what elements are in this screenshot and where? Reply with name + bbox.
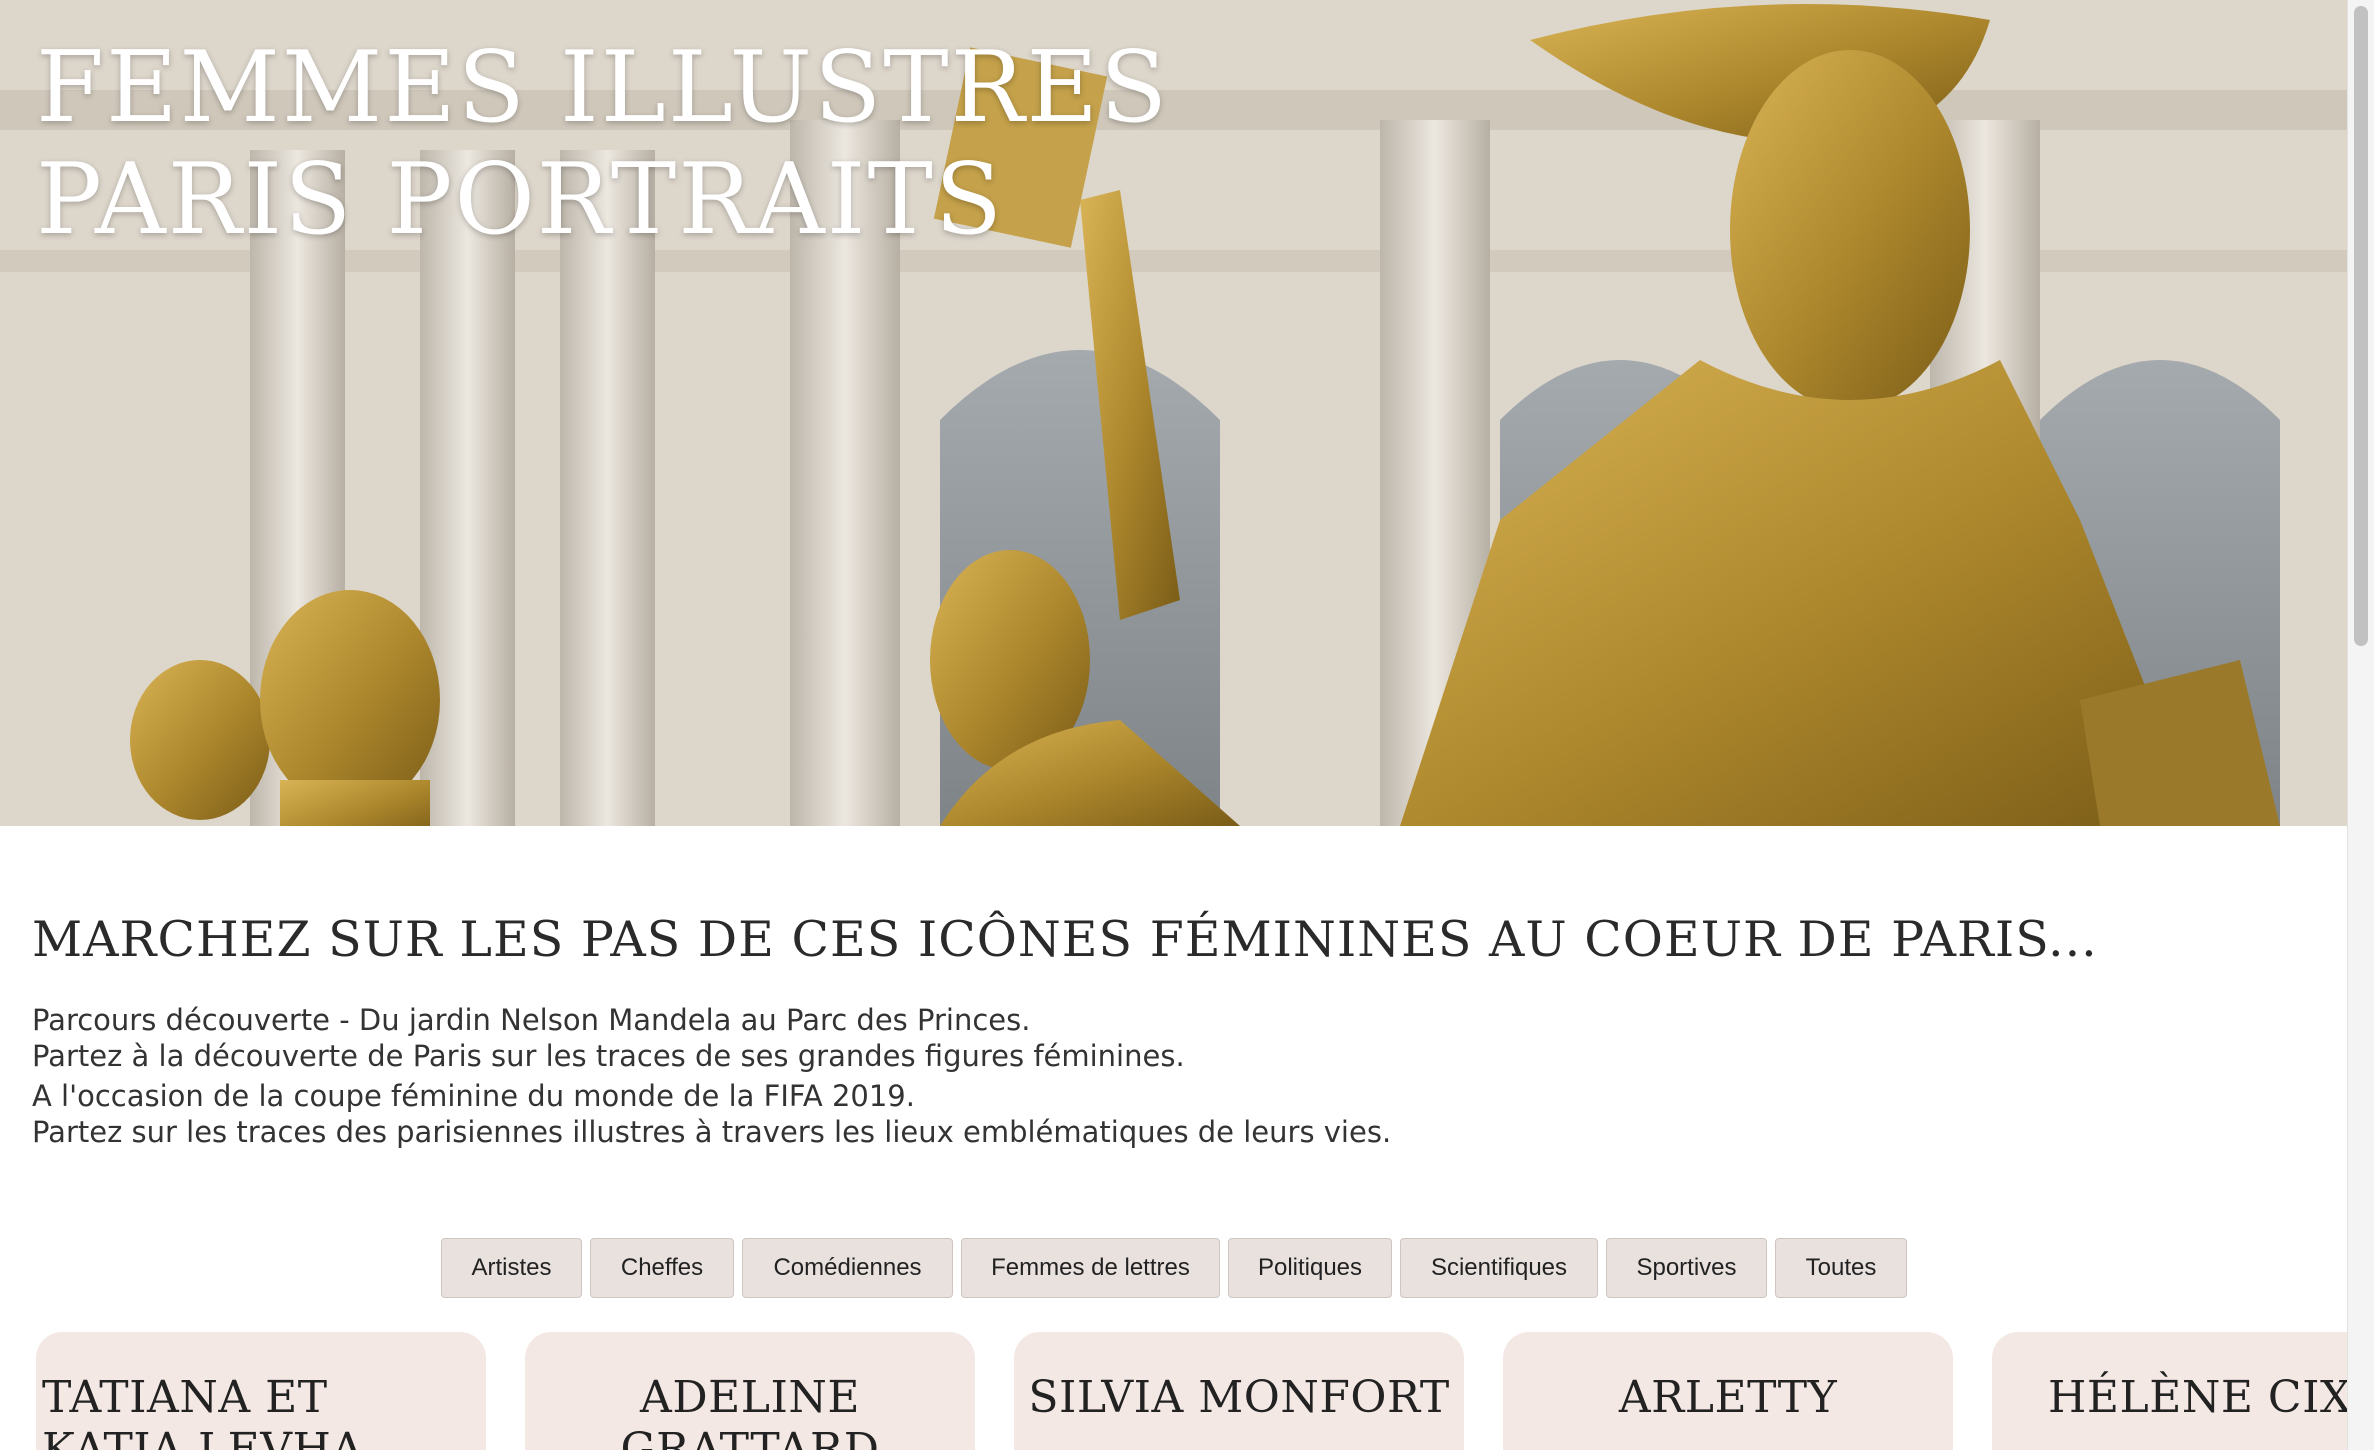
- filter-button-toutes[interactable]: Toutes: [1775, 1238, 1907, 1298]
- site-title: FEMMES ILLUSTRES PARIS PORTRAITS: [36, 32, 1169, 256]
- scrollbar-thumb[interactable]: [2354, 6, 2368, 646]
- portrait-card-name: ADELINE GRATTARD: [620, 1372, 880, 1450]
- portrait-card-name: SILVIA MONFORT: [1028, 1372, 1450, 1423]
- intro-line: Partez sur les traces des parisiennes il…: [32, 1115, 1392, 1149]
- filter-button-sportives[interactable]: Sportives: [1606, 1238, 1767, 1298]
- filter-button-scientifiques[interactable]: Scientifiques: [1400, 1238, 1598, 1298]
- portrait-card-name: ARLETTY: [1618, 1372, 1838, 1423]
- filter-button-cheffes[interactable]: Cheffes: [590, 1238, 734, 1298]
- intro-heading: MARCHEZ SUR LES PAS DE CES ICÔNES FÉMINI…: [32, 911, 2098, 968]
- portrait-card[interactable]: ADELINE GRATTARD: [525, 1332, 975, 1450]
- intro-line: A l'occasion de la coupe féminine du mon…: [32, 1079, 915, 1113]
- page-scrollbar[interactable]: [2347, 0, 2374, 1450]
- site-title-line-1: FEMMES ILLUSTRES: [36, 31, 1170, 145]
- portrait-card[interactable]: ARLETTY: [1503, 1332, 1953, 1450]
- site-title-line-2: PARIS PORTRAITS: [36, 143, 1004, 257]
- portrait-card-name: HÉLÈNE CIXOUS: [2048, 1372, 2348, 1423]
- intro-line: Parcours découverte - Du jardin Nelson M…: [32, 1003, 1031, 1037]
- filter-button-femmes-de-lettres[interactable]: Femmes de lettres: [961, 1238, 1220, 1298]
- filter-button-comediennes[interactable]: Comédiennes: [742, 1238, 953, 1298]
- intro-line: Partez à la découverte de Paris sur les …: [32, 1039, 1185, 1073]
- portrait-card[interactable]: SILVIA MONFORT: [1014, 1332, 1464, 1450]
- portrait-card[interactable]: TATIANA ET KATIA LEVHA: [36, 1332, 486, 1450]
- filter-button-artistes[interactable]: Artistes: [441, 1238, 582, 1298]
- portrait-card[interactable]: HÉLÈNE CIXOUS: [1992, 1332, 2348, 1450]
- hero-banner: FEMMES ILLUSTRES PARIS PORTRAITS: [0, 0, 2348, 826]
- portrait-card-name: TATIANA ET KATIA LEVHA: [42, 1372, 364, 1450]
- category-filter-bar: Artistes Cheffes Comédiennes Femmes de l…: [441, 1238, 1907, 1298]
- portrait-cards-row: TATIANA ET KATIA LEVHA ADELINE GRATTARD …: [36, 1332, 2348, 1450]
- intro-text: Parcours découverte - Du jardin Nelson M…: [32, 1002, 1391, 1150]
- filter-button-politiques[interactable]: Politiques: [1228, 1238, 1392, 1298]
